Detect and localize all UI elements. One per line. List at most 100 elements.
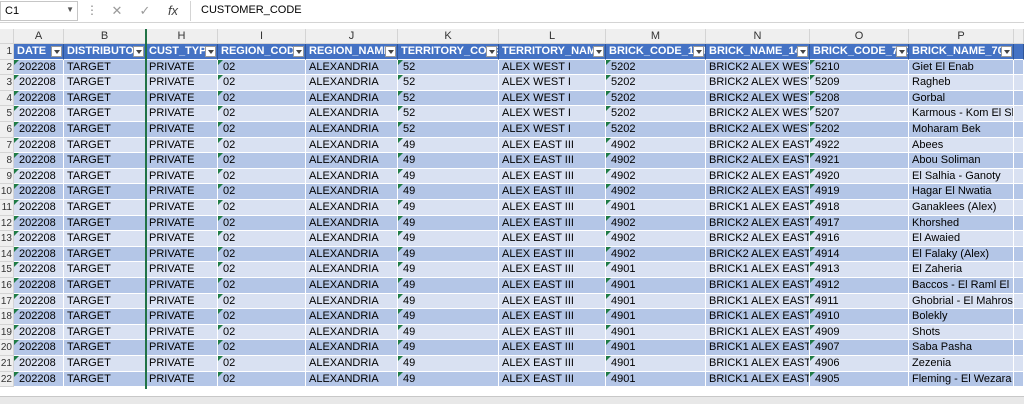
table-cell[interactable]: BRICK2 ALEX WEST I: [706, 75, 810, 91]
column-header-n[interactable]: N: [706, 29, 810, 44]
table-header-cell[interactable]: BRICK_NAME_148: [706, 44, 810, 60]
row-header[interactable]: 6: [0, 122, 14, 138]
table-cell[interactable]: 02: [218, 75, 306, 91]
column-header-partial[interactable]: [1014, 29, 1024, 44]
error-indicator-icon[interactable]: [218, 278, 223, 283]
table-header-cell[interactable]: REGION_NAME: [306, 44, 398, 60]
error-indicator-icon[interactable]: [398, 324, 403, 330]
error-indicator-icon[interactable]: [14, 168, 19, 174]
table-cell[interactable]: ALEX EAST III: [499, 278, 606, 294]
table-cell[interactable]: 49: [398, 278, 499, 294]
table-cell[interactable]: BRICK1 ALEX EAST III: [706, 324, 810, 341]
table-cell[interactable]: 202208: [14, 184, 64, 200]
table-cell[interactable]: PRIVATE: [146, 137, 218, 154]
row-header[interactable]: 17: [0, 293, 14, 310]
table-cell[interactable]: 02: [218, 340, 306, 356]
error-indicator-icon[interactable]: [606, 231, 611, 237]
error-indicator-icon[interactable]: [14, 90, 19, 96]
row-header[interactable]: 9: [0, 168, 14, 185]
error-indicator-icon[interactable]: [218, 293, 223, 299]
table-cell[interactable]: TARGET: [64, 106, 146, 122]
table-cell[interactable]: TARGET: [64, 200, 146, 216]
table-cell[interactable]: Shots: [909, 324, 1014, 341]
table-cell[interactable]: 5207: [810, 106, 909, 122]
table-cell[interactable]: 4901: [606, 340, 706, 356]
column-header-k[interactable]: K: [398, 29, 499, 44]
table-cell[interactable]: 4901: [606, 200, 706, 216]
table-cell[interactable]: BRICK1 ALEX EAST III: [706, 309, 810, 325]
error-indicator-icon[interactable]: [218, 137, 223, 143]
table-cell[interactable]: TARGET: [64, 168, 146, 185]
table-cell[interactable]: BRICK1 ALEX EAST III: [706, 356, 810, 372]
table-cell[interactable]: BRICK1 ALEX EAST III: [706, 278, 810, 294]
table-header-cell[interactable]: BRICK_CODE_148: [606, 44, 706, 60]
error-indicator-icon[interactable]: [14, 231, 19, 237]
table-cell[interactable]: 02: [218, 262, 306, 278]
table-cell[interactable]: 5202: [606, 122, 706, 138]
table-cell[interactable]: PRIVATE: [146, 309, 218, 325]
error-indicator-icon[interactable]: [398, 137, 403, 143]
table-cell[interactable]: 202208: [14, 59, 64, 76]
error-indicator-icon[interactable]: [14, 371, 19, 377]
table-cell[interactable]: ALEXANDRIA: [306, 340, 398, 356]
error-indicator-icon[interactable]: [398, 200, 403, 205]
table-cell[interactable]: 4914: [810, 246, 909, 263]
error-indicator-icon[interactable]: [810, 90, 815, 96]
table-cell[interactable]: ALEXANDRIA: [306, 262, 398, 278]
table-cell[interactable]: 202208: [14, 153, 64, 169]
table-cell[interactable]: BRICK1 ALEX EAST III: [706, 293, 810, 310]
filter-dropdown-icon[interactable]: [205, 46, 216, 57]
error-indicator-icon[interactable]: [398, 371, 403, 377]
table-cell[interactable]: Zezenia: [909, 356, 1014, 372]
enter-icon[interactable]: ✓: [134, 2, 156, 20]
error-indicator-icon[interactable]: [14, 153, 19, 159]
table-cell[interactable]: PRIVATE: [146, 215, 218, 232]
error-indicator-icon[interactable]: [810, 246, 815, 252]
error-indicator-icon[interactable]: [398, 340, 403, 346]
table-cell[interactable]: BRICK2 ALEX WEST I: [706, 59, 810, 76]
table-cell[interactable]: 4913: [810, 262, 909, 278]
table-cell[interactable]: ALEXANDRIA: [306, 371, 398, 388]
error-indicator-icon[interactable]: [606, 122, 611, 127]
table-cell[interactable]: TARGET: [64, 184, 146, 200]
table-cell[interactable]: 5202: [606, 59, 706, 76]
table-cell[interactable]: 52: [398, 106, 499, 122]
error-indicator-icon[interactable]: [218, 215, 223, 221]
table-cell[interactable]: ALEX EAST III: [499, 153, 606, 169]
error-indicator-icon[interactable]: [14, 278, 19, 283]
error-indicator-icon[interactable]: [14, 356, 19, 361]
table-cell[interactable]: 202208: [14, 293, 64, 310]
table-cell[interactable]: 202208: [14, 200, 64, 216]
table-cell[interactable]: ALEX EAST III: [499, 309, 606, 325]
table-cell[interactable]: BRICK2 ALEX EAST III: [706, 231, 810, 247]
error-indicator-icon[interactable]: [606, 371, 611, 377]
row-header[interactable]: 16: [0, 278, 14, 294]
error-indicator-icon[interactable]: [218, 262, 223, 268]
table-cell[interactable]: 4902: [606, 153, 706, 169]
row-header[interactable]: 14: [0, 246, 14, 263]
table-cell[interactable]: PRIVATE: [146, 200, 218, 216]
table-cell[interactable]: ALEX EAST III: [499, 246, 606, 263]
table-cell[interactable]: ALEXANDRIA: [306, 200, 398, 216]
table-cell[interactable]: ALEXANDRIA: [306, 59, 398, 76]
table-cell[interactable]: ALEX EAST III: [499, 137, 606, 154]
table-cell[interactable]: PRIVATE: [146, 106, 218, 122]
table-cell[interactable]: 52: [398, 90, 499, 107]
table-cell[interactable]: Gorbal: [909, 90, 1014, 107]
error-indicator-icon[interactable]: [398, 215, 403, 221]
row-header[interactable]: 2: [0, 59, 14, 76]
table-cell[interactable]: BRICK2 ALEX WEST I: [706, 106, 810, 122]
row-header[interactable]: 13: [0, 231, 14, 247]
error-indicator-icon[interactable]: [14, 75, 19, 81]
table-cell[interactable]: 02: [218, 168, 306, 185]
error-indicator-icon[interactable]: [606, 293, 611, 299]
error-indicator-icon[interactable]: [606, 75, 611, 81]
table-cell[interactable]: ALEXANDRIA: [306, 153, 398, 169]
filter-dropdown-icon[interactable]: [51, 46, 62, 57]
error-indicator-icon[interactable]: [398, 168, 403, 174]
filter-dropdown-icon[interactable]: [133, 46, 144, 57]
error-indicator-icon[interactable]: [398, 184, 403, 190]
column-header-p[interactable]: P: [909, 29, 1014, 44]
table-cell[interactable]: ALEX EAST III: [499, 371, 606, 388]
table-cell[interactable]: ALEX WEST I: [499, 90, 606, 107]
